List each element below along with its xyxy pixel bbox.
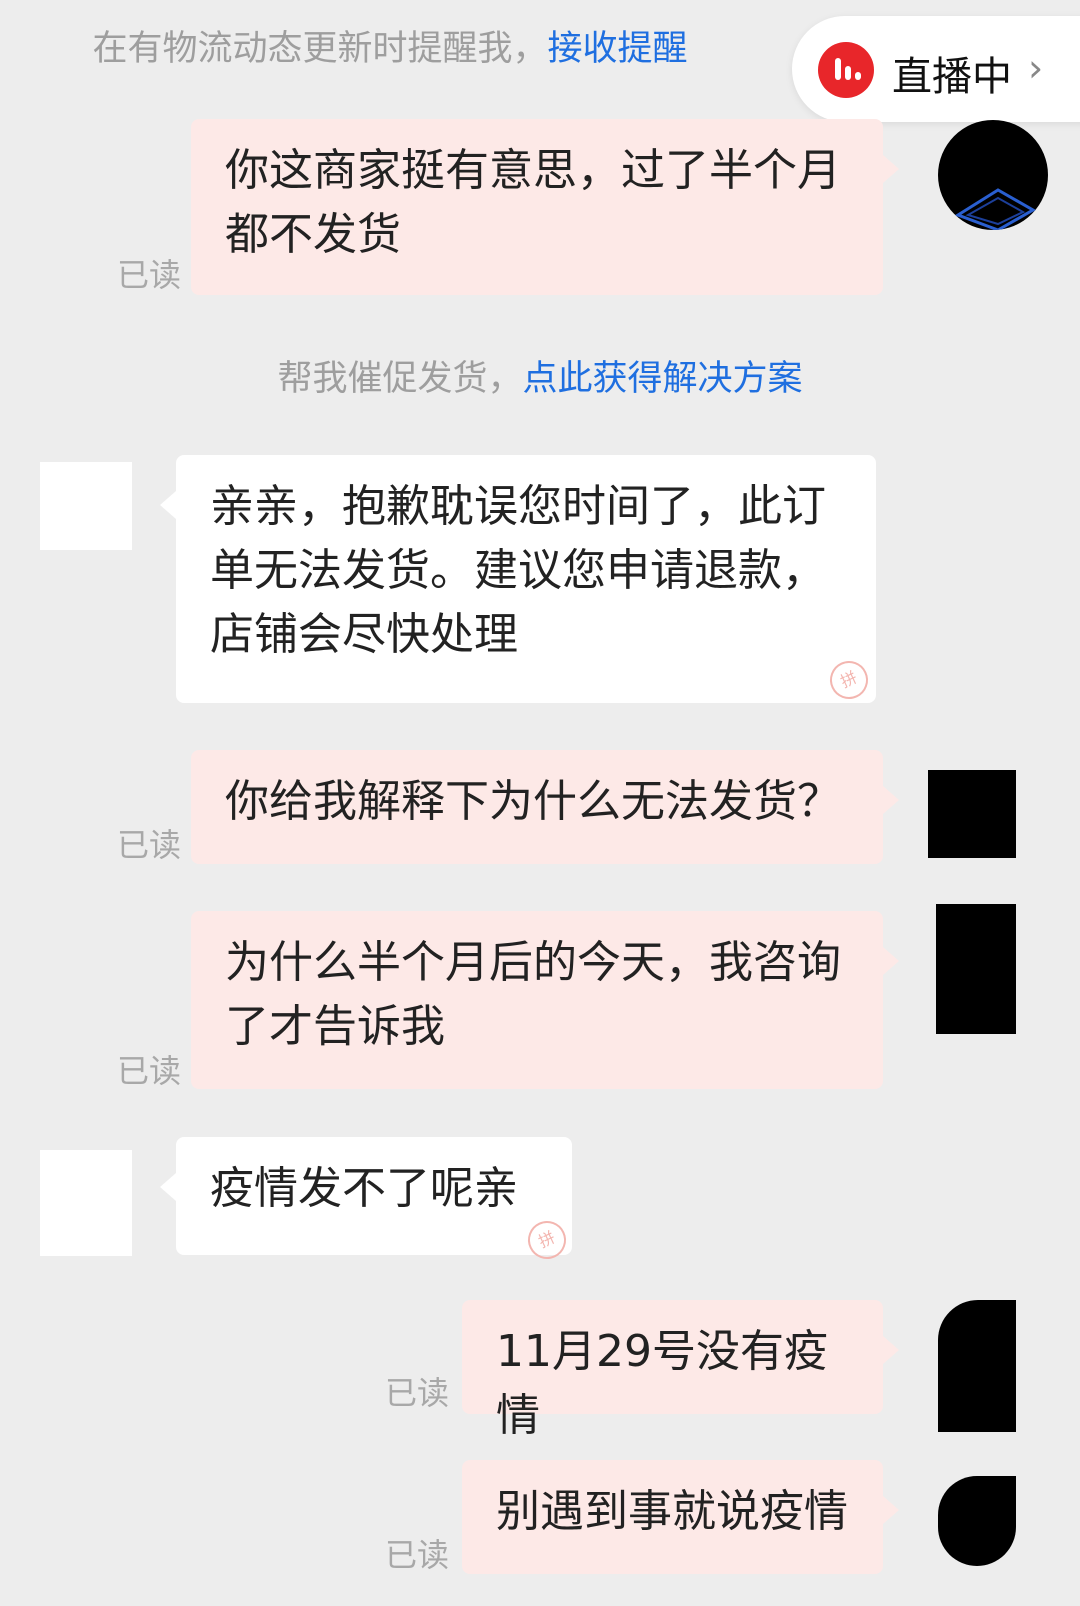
logistics-notice-text: 在有物流动态更新时提醒我， — [92, 29, 548, 69]
message-text: 别遇到事就说疫情 — [496, 1486, 848, 1537]
message-text: 亲亲，抱歉耽误您时间了，此订单无法发货。建议您申请退款，店铺会尽快处理 — [210, 481, 826, 660]
read-receipt: 已读 — [117, 826, 182, 864]
chevron-right-icon: › — [1028, 46, 1044, 90]
message-bubble[interactable]: 你这商家挺有意思，过了半个月都不发货 — [191, 119, 899, 295]
read-receipt: 已读 — [117, 1052, 182, 1090]
shop-stamp-icon: 拼 — [823, 654, 875, 706]
user-avatar[interactable] — [938, 1476, 1016, 1566]
read-receipt: 已读 — [385, 1536, 450, 1574]
live-label: 直播中 — [892, 54, 1012, 100]
message-bubble[interactable]: 疫情发不了呢亲 拼 — [160, 1137, 573, 1266]
merchant-avatar[interactable] — [40, 1150, 132, 1256]
message-text: 为什么半个月后的今天，我咨询了才告诉我 — [225, 937, 841, 1052]
user-avatar[interactable] — [938, 1300, 1016, 1432]
message-bubble[interactable]: 你给我解释下为什么无法发货？ — [191, 750, 899, 864]
urge-notice: 帮我催促发货，点此获得解决方案 — [0, 350, 1080, 401]
message-bubble[interactable]: 亲亲，抱歉耽误您时间了，此订单无法发货。建议您申请退款，店铺会尽快处理 拼 — [160, 455, 876, 706]
message-bubble[interactable]: 11月29号没有疫情 — [462, 1300, 899, 1441]
merchant-avatar[interactable] — [40, 462, 132, 550]
message-bubble[interactable]: 别遇到事就说疫情 — [462, 1460, 899, 1574]
message-text: 疫情发不了呢亲 — [210, 1163, 518, 1214]
user-avatar[interactable] — [938, 120, 1048, 230]
read-receipt: 已读 — [117, 256, 182, 294]
read-receipt: 已读 — [385, 1374, 450, 1412]
avatar-graphic-icon — [954, 188, 1037, 230]
message-text: 你这商家挺有意思，过了半个月都不发货 — [225, 145, 841, 260]
user-avatar[interactable] — [936, 904, 1016, 1034]
live-wave-icon — [818, 42, 874, 98]
logistics-notice: 在有物流动态更新时提醒我，接收提醒 — [0, 20, 930, 71]
message-text: 11月29号没有疫情 — [496, 1326, 828, 1441]
live-badge[interactable]: 直播中 › — [792, 16, 1080, 122]
shop-stamp-icon: 拼 — [521, 1214, 573, 1266]
receive-reminder-link[interactable]: 接收提醒 — [548, 29, 688, 69]
message-text: 你给我解释下为什么无法发货？ — [225, 776, 841, 827]
solution-link[interactable]: 点此获得解决方案 — [523, 359, 803, 399]
user-avatar[interactable] — [928, 770, 1016, 858]
urge-notice-text: 帮我催促发货， — [277, 359, 523, 399]
message-bubble[interactable]: 为什么半个月后的今天，我咨询了才告诉我 — [191, 911, 899, 1089]
